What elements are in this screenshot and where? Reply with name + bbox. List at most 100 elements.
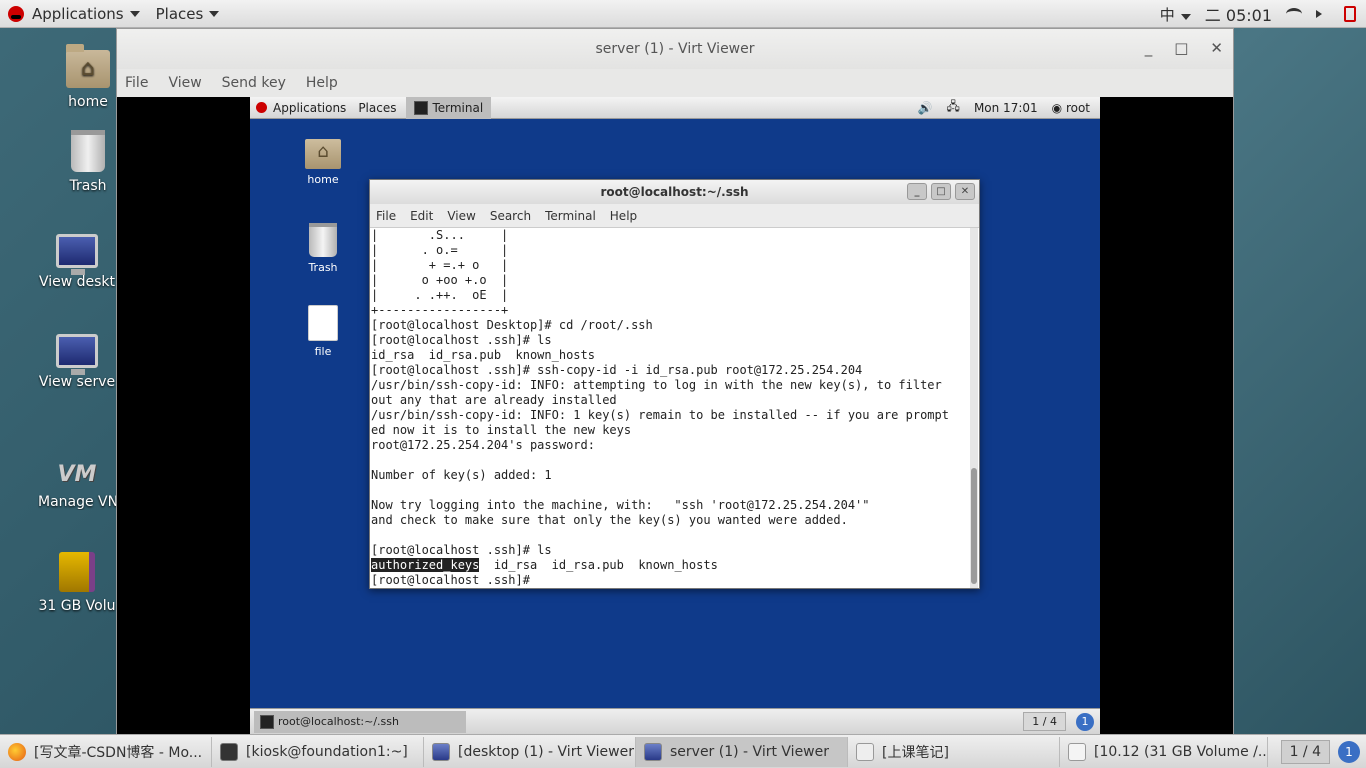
taskbar-item-notes[interactable]: [上课笔记] xyxy=(848,736,1060,767)
close-icon[interactable]: ✕ xyxy=(1210,39,1223,57)
terminal-line: /usr/bin/ssh-copy-id: INFO: attempting t… xyxy=(371,378,942,392)
desktop-icon-volume[interactable]: 31 GB Volu xyxy=(38,552,116,614)
desktop-icon-manage-vm[interactable]: VM Manage VN xyxy=(38,462,116,510)
vm-display[interactable]: Applications Places Terminal 🔊 🖧 Mon 17:… xyxy=(117,96,1233,734)
taskbar-item-firefox[interactable]: [写文章-CSDN博客 - Mo... xyxy=(0,736,212,767)
guest-bottom-panel: root@localhost:~/.ssh 1 / 4 1 xyxy=(250,708,1100,734)
terminal-line: out any that are already installed xyxy=(371,393,617,407)
terminal-menu-edit[interactable]: Edit xyxy=(410,209,433,223)
terminal-menu-view[interactable]: View xyxy=(447,209,475,223)
vm-icon: VM xyxy=(57,462,97,487)
minimize-icon[interactable]: _ xyxy=(1145,39,1153,57)
desktop-icon-label: View deskt xyxy=(38,274,116,290)
menu-file[interactable]: File xyxy=(125,75,148,91)
guest-places-label: Places xyxy=(358,100,397,115)
menu-help[interactable]: Help xyxy=(306,75,338,91)
user-icon: ◉ xyxy=(1051,100,1066,115)
minimize-icon[interactable]: _ xyxy=(907,183,927,200)
workspace-pager[interactable]: 1 / 4 xyxy=(1023,712,1066,731)
terminal-line: and check to make sure that only the key… xyxy=(371,513,848,527)
monitor-icon xyxy=(56,234,98,275)
terminal-icon xyxy=(414,100,429,115)
menu-view[interactable]: View xyxy=(168,75,201,91)
terminal-line: authorized_keys id_rsa id_rsa.pub known_… xyxy=(371,558,970,573)
terminal-line: root@172.25.254.204's password: xyxy=(371,438,603,452)
terminal-icon xyxy=(220,742,238,761)
monitor-icon xyxy=(432,742,450,761)
guest-icon-home[interactable]: home xyxy=(293,139,353,186)
terminal-line: [root@localhost Desktop]# cd /root/.ssh xyxy=(371,318,653,332)
terminal-menu-help[interactable]: Help xyxy=(610,209,637,223)
terminal-scrollbar[interactable] xyxy=(970,228,978,588)
display-icon[interactable]: 🖧 xyxy=(947,97,960,118)
terminal-prompt[interactable]: [root@localhost .ssh]# xyxy=(371,573,970,588)
input-method-indicator[interactable]: 中 xyxy=(1160,4,1191,25)
desktop-icon-label: Manage VN xyxy=(38,494,116,510)
maximize-icon[interactable]: □ xyxy=(931,183,951,200)
taskbar-item-terminal[interactable]: [kiosk@foundation1:~] xyxy=(212,736,424,767)
editor-icon xyxy=(1068,742,1086,761)
terminal-menu-terminal[interactable]: Terminal xyxy=(545,209,596,223)
notification-badge[interactable]: 1 xyxy=(1076,712,1094,731)
menu-send-key[interactable]: Send key xyxy=(222,75,286,91)
guest-tray: 🔊 🖧 Mon 17:01 ◉ root xyxy=(918,97,1100,118)
workspace-pager[interactable]: 1 / 4 xyxy=(1280,739,1330,764)
volume-icon[interactable] xyxy=(1316,10,1322,18)
terminal-menu-file[interactable]: File xyxy=(376,209,396,223)
taskbar-item-label: [写文章-CSDN博客 - Mo... xyxy=(34,744,203,761)
applications-menu[interactable]: Applications xyxy=(0,0,148,28)
terminal-menu-search[interactable]: Search xyxy=(490,209,531,223)
terminal-line: ed now it is to install the new keys xyxy=(371,423,632,437)
guest-taskbar-label: root@localhost:~/.ssh xyxy=(278,715,399,728)
guest-applications-menu[interactable]: Applications xyxy=(250,101,352,115)
guest-places-menu[interactable]: Places xyxy=(352,101,402,115)
terminal-icon xyxy=(260,714,274,729)
folder-home-icon xyxy=(66,44,110,88)
terminal-line: [root@localhost .ssh]# ls xyxy=(371,543,552,557)
maximize-icon[interactable]: □ xyxy=(1174,39,1188,57)
taskbar-item-desktop-viewer[interactable]: [desktop (1) - Virt Viewer] xyxy=(424,736,636,767)
notification-badge[interactable]: 1 xyxy=(1338,740,1360,763)
monitor-icon xyxy=(56,334,98,375)
taskbar-item-editor[interactable]: [10.12 (31 GB Volume /... xyxy=(1060,736,1268,767)
terminal-line: Number of key(s) added: 1 xyxy=(371,468,552,482)
document-icon xyxy=(856,742,874,761)
volume-icon[interactable]: 🔊 xyxy=(918,101,933,115)
terminal-line: [root@localhost .ssh]# ssh-copy-id -i id… xyxy=(371,363,863,377)
desktop-icon-label: 31 GB Volu xyxy=(38,598,116,614)
guest-desktop[interactable]: Applications Places Terminal 🔊 🖧 Mon 17:… xyxy=(250,96,1100,734)
menubar: File View Send key Help xyxy=(117,69,1233,97)
window-titlebar[interactable]: server (1) - Virt Viewer _ □ ✕ xyxy=(117,29,1233,69)
close-icon[interactable]: ✕ xyxy=(955,183,975,200)
places-menu[interactable]: Places xyxy=(148,0,228,28)
terminal-line: Now try logging into the machine, with: … xyxy=(371,498,870,512)
selected-text[interactable]: authorized_keys xyxy=(371,558,480,572)
user-label: root xyxy=(1065,100,1090,115)
terminal-line: | . .++. oE | xyxy=(371,288,509,302)
guest-taskbar-terminal[interactable]: root@localhost:~/.ssh xyxy=(254,710,466,733)
host-top-panel: Applications Places 中 二 05:01 xyxy=(0,0,1366,28)
terminal-window[interactable]: root@localhost:~/.ssh _ □ ✕ File Edit Vi… xyxy=(369,179,980,589)
user-menu[interactable]: ◉ root xyxy=(1052,101,1090,115)
terminal-titlebar[interactable]: root@localhost:~/.ssh _ □ ✕ xyxy=(370,180,979,204)
window-title: server (1) - Virt Viewer xyxy=(595,41,755,57)
scrollbar-thumb[interactable] xyxy=(971,468,977,584)
guest-clock[interactable]: Mon 17:01 xyxy=(974,101,1038,115)
desktop-icon-view-desktop[interactable]: View deskt xyxy=(38,234,116,290)
taskbar-item-label: [desktop (1) - Virt Viewer] xyxy=(458,743,636,760)
terminal-line: +-----------------+ xyxy=(371,303,509,317)
guest-icon-file[interactable]: file xyxy=(293,305,353,358)
guest-icon-trash[interactable]: Trash xyxy=(293,223,353,274)
terminal-output[interactable]: | .S... | | . o.= | | + =.+ o | | o +oo +.o… xyxy=(370,228,970,588)
guest-task-terminal[interactable]: Terminal xyxy=(406,96,492,119)
battery-icon[interactable] xyxy=(1344,6,1356,22)
places-label: Places xyxy=(155,4,204,23)
wifi-icon[interactable] xyxy=(1286,8,1302,20)
desktop-icon-view-server[interactable]: View serve xyxy=(38,334,116,390)
virt-viewer-window: server (1) - Virt Viewer _ □ ✕ File View… xyxy=(116,28,1234,734)
terminal-line: | + =.+ o | xyxy=(371,258,509,272)
clock[interactable]: 二 05:01 xyxy=(1205,2,1272,26)
taskbar-item-server-viewer[interactable]: server (1) - Virt Viewer xyxy=(636,736,848,767)
chevron-down-icon xyxy=(129,10,140,17)
